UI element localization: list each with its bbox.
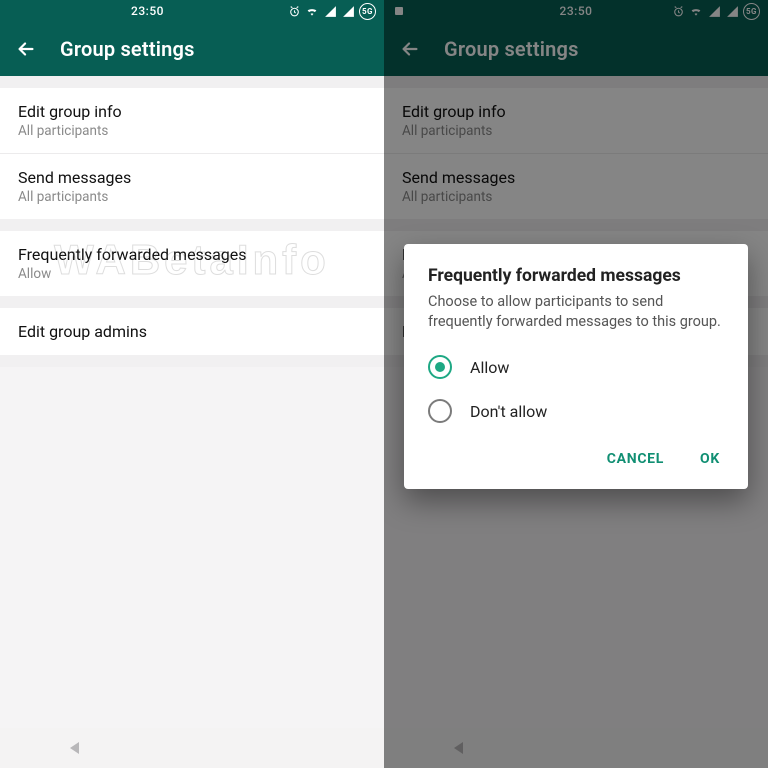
row-edit-group-admins[interactable]: Edit group admins: [0, 308, 384, 355]
phone-left: 23:50 5G Group settings Edit group info …: [0, 0, 384, 768]
app-bar: Group settings: [0, 22, 384, 76]
radio-dont-allow[interactable]: Don't allow: [428, 389, 724, 433]
radio-label: Don't allow: [470, 402, 547, 421]
frequently-forwarded-dialog: Frequently forwarded messages Choose to …: [404, 244, 748, 489]
page-title: Group settings: [60, 37, 195, 61]
back-icon[interactable]: [12, 35, 40, 63]
row-edit-group-info[interactable]: Edit group info All participants: [0, 88, 384, 153]
signal-icon: [323, 4, 337, 18]
settings-list: Edit group info All participants Send me…: [0, 76, 384, 728]
ok-button[interactable]: OK: [696, 443, 724, 475]
row-title: Send messages: [18, 168, 366, 187]
radio-allow[interactable]: Allow: [428, 345, 724, 389]
row-title: Edit group admins: [18, 322, 366, 341]
radio-label: Allow: [470, 358, 509, 377]
phone-right: 23:50 5G Group settings Edit group info …: [384, 0, 768, 768]
radio-icon: [428, 399, 452, 423]
system-nav-bar: [0, 728, 384, 768]
row-subtitle: Allow: [18, 266, 366, 282]
dialog-body: Choose to allow participants to send fre…: [428, 292, 724, 331]
row-frequently-forwarded[interactable]: Frequently forwarded messages Allow: [0, 231, 384, 296]
alarm-icon: [287, 4, 301, 18]
cancel-button[interactable]: CANCEL: [603, 443, 668, 475]
radio-icon: [428, 355, 452, 379]
signal-icon-2: [341, 4, 355, 18]
status-time: 23:50: [8, 4, 287, 18]
row-title: Frequently forwarded messages: [18, 245, 366, 264]
network-badge: 5G: [359, 3, 376, 20]
row-title: Edit group info: [18, 102, 366, 121]
wifi-icon: [305, 4, 319, 18]
row-subtitle: All participants: [18, 189, 366, 205]
status-bar: 23:50 5G: [0, 0, 384, 22]
nav-back-icon[interactable]: [44, 742, 104, 754]
row-subtitle: All participants: [18, 123, 366, 139]
dialog-title: Frequently forwarded messages: [428, 266, 724, 286]
row-send-messages[interactable]: Send messages All participants: [0, 154, 384, 219]
